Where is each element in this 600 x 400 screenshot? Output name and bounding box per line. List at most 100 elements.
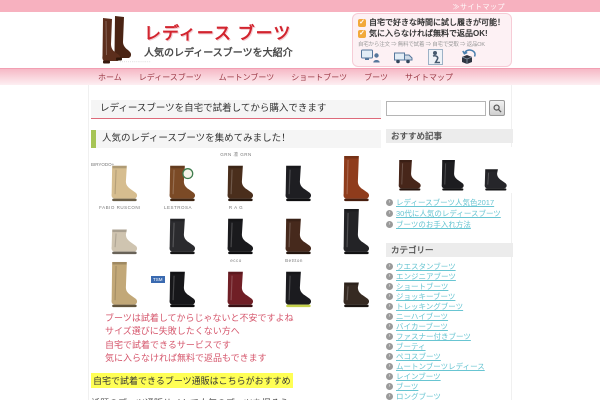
search-icon <box>492 103 502 113</box>
nav-item-short-boots[interactable]: ショートブーツ <box>291 72 347 83</box>
boot-brand-label: Bettton <box>285 258 303 263</box>
sidebar-link-row: › 30代に人気のレディースブーツ <box>386 208 513 219</box>
boot-photo: LESTROSA <box>149 204 207 257</box>
boot-brand-label: TSM <box>151 276 165 283</box>
logo-caption: '''''''''''''''' <box>120 61 152 67</box>
nav-item-boots[interactable]: ブーツ <box>364 72 388 83</box>
arrow-bullet-icon: › <box>386 322 393 330</box>
boot-image <box>169 165 196 202</box>
featured-thumbnail[interactable] <box>472 147 512 193</box>
sidebar-link-row: › レディースブーツ人気色2017 <box>386 197 513 208</box>
sidebar-heading-categories: カテゴリー <box>386 243 513 257</box>
search-input[interactable] <box>386 100 486 116</box>
sidebar-link-row: › ムートンブーツレディース <box>386 361 513 371</box>
featured-thumbnails <box>386 147 513 193</box>
sidebar-link-row: › バイカーブーツ <box>386 321 513 331</box>
boot-photo <box>149 151 207 204</box>
boot-image <box>227 271 254 308</box>
boot-image <box>484 169 507 191</box>
header-promo: ✓ 自宅で好きな時間に試し履きが可能！ ✓ 気に入らなければ無料で返品OK! 自… <box>352 13 512 67</box>
search-box <box>386 100 513 116</box>
arrow-bullet-icon: › <box>386 262 393 270</box>
benefit-item: 気に入らなければ無料で返品もできます <box>105 352 267 363</box>
category-links: › ウエスタンブーツ › エンジニアブーツ › ショートブーツ › ジョッキーブーツ › トレッキ… <box>386 261 513 400</box>
sidebar-link[interactable]: ブーツのお手入れ方法 <box>396 219 471 230</box>
boot-image <box>285 218 312 255</box>
boot-brand-label: GRN 凛 GRN <box>220 152 252 157</box>
arrow-bullet-icon: › <box>386 302 393 310</box>
promo-check-text: 気に入らなければ無料で返品OK! <box>369 29 488 38</box>
sidebar-link-row: › レインブーツ <box>386 371 513 381</box>
sidebar-link-row: › ニーハイブーツ <box>386 311 513 321</box>
boot-image <box>441 160 464 191</box>
arrow-bullet-icon: › <box>386 292 393 300</box>
boot-image <box>111 261 138 308</box>
boot-brand-label: ecco <box>230 258 242 263</box>
boots-collage-image: BIRYODO+ GRN 凛 GRN FABIO RUSCONI LESTROSA R … <box>91 151 381 310</box>
boot-photo: GRN 凛 GRN <box>207 151 265 204</box>
sidebar-link[interactable]: ロングブーツ <box>396 391 441 400</box>
sidebar-link[interactable]: 30代に人気のレディースブーツ <box>396 208 501 219</box>
benefit-item: サイズ選びに失敗したくない方へ <box>105 326 240 337</box>
boot-image <box>111 229 138 255</box>
sidebar-link-row: › ジョッキーブーツ <box>386 291 513 301</box>
sidebar-link-row: › ブーティ <box>386 341 513 351</box>
highlighted-text: 自宅で試着できるブーツ通販はこちらがおすすめ <box>91 373 293 389</box>
site-title: レディース ブーツ <box>144 24 292 43</box>
delivery-truck-icon <box>394 52 413 64</box>
main-nav: ホーム レディースブーツ ムートンブーツ ショートブーツ ブーツ サイトマップ <box>0 68 600 85</box>
arrow-bullet-icon: › <box>386 392 393 400</box>
arrow-bullet-icon: › <box>386 352 393 360</box>
check-icon: ✓ <box>358 29 366 38</box>
return-box-icon <box>461 49 476 64</box>
boot-brand-label: R A G <box>228 205 244 210</box>
arrow-bullet-icon: › <box>386 221 393 228</box>
boot-brand-label: LESTROSA <box>163 205 192 210</box>
featured-links: › レディースブーツ人気色2017 › 30代に人気のレディースブーツ › ブーツのお手入… <box>386 197 513 230</box>
featured-thumbnail[interactable] <box>386 147 426 193</box>
sitemap-link[interactable]: ≫サイトマップ <box>453 2 506 12</box>
boot-image <box>343 208 370 255</box>
boot-image <box>169 218 196 255</box>
boot-photo <box>323 257 381 310</box>
arrow-bullet-icon: › <box>386 382 393 390</box>
sidebar-link-row: › エンジニアブーツ <box>386 271 513 281</box>
sidebar-link-row: › ショートブーツ <box>386 281 513 291</box>
arrow-bullet-icon: › <box>386 272 393 280</box>
promo-check-line: ✓ 気に入らなければ無料で返品OK! <box>358 28 506 39</box>
content-column: レディースブーツを自宅で試着してから購入できます 人気のレディースブーツを集めて… <box>88 85 513 400</box>
boot-image <box>398 160 421 191</box>
nav-item-ladies-boots[interactable]: レディースブーツ <box>139 72 202 83</box>
boot-image <box>285 165 312 202</box>
nav-item-home[interactable]: ホーム <box>98 72 122 83</box>
arrow-bullet-icon: › <box>386 312 393 320</box>
sidebar-link-row: › ロングブーツ <box>386 391 513 400</box>
arrow-bullet-icon: › <box>386 199 393 206</box>
boot-image <box>169 271 196 308</box>
boot-image <box>285 271 312 308</box>
page-title: レディースブーツを自宅で試着してから購入できます <box>91 100 381 119</box>
check-icon: ✓ <box>358 18 366 27</box>
boot-brand-label: FABIO RUSCONI <box>99 205 141 210</box>
arrow-bullet-icon: › <box>386 210 393 217</box>
boot-photo <box>323 151 381 204</box>
site-header: レディース ブーツ 人気のレディースブーツを大紹介 ''''''''''''''… <box>0 12 600 68</box>
boot-photo <box>265 151 323 204</box>
featured-thumbnail[interactable] <box>429 147 469 193</box>
article-heading: 人気のレディースブーツを集めてみました！ <box>91 130 381 148</box>
boot-image <box>111 165 138 202</box>
arrow-bullet-icon: › <box>386 282 393 290</box>
promo-steps-text: 自宅から注文 ⇒ 無料で試着 ⇒ 自宅で受取 ⇒ 返品OK <box>358 42 485 48</box>
nav-item-sitemap[interactable]: サイトマップ <box>405 72 453 83</box>
site-logo[interactable]: レディース ブーツ 人気のレディースブーツを大紹介 ''''''''''''''… <box>92 14 322 67</box>
arrow-bullet-icon: › <box>386 372 393 380</box>
boot-photo: FABIO RUSCONI <box>91 204 149 257</box>
search-button[interactable] <box>489 100 505 116</box>
boots-logo-icon <box>102 16 132 64</box>
benefit-list: ブーツは試着してからじゃないと不安ですよね サイズ選びに失敗したくない方へ 自宅… <box>105 312 381 365</box>
boot-photo <box>91 257 149 310</box>
nav-item-mouton-boots[interactable]: ムートンブーツ <box>219 72 275 83</box>
main-content: レディースブーツを自宅で試着してから購入できます 人気のレディースブーツを集めて… <box>91 100 381 400</box>
sidebar-link[interactable]: レディースブーツ人気色2017 <box>396 197 494 208</box>
promo-check-line: ✓ 自宅で好きな時間に試し履きが可能！ <box>358 17 506 28</box>
